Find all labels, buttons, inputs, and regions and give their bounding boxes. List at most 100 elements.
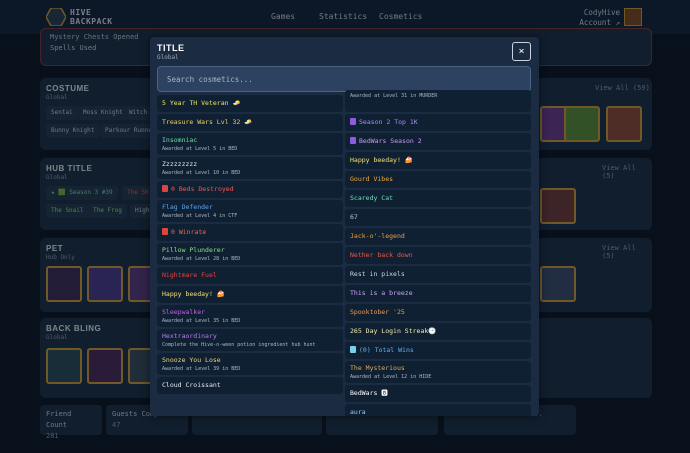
title-option-name: Hextraordinary (162, 331, 338, 341)
title-option-name: Sleepwalker (162, 307, 338, 317)
title-option-name: Gourd Vibes (350, 174, 526, 184)
title-option-text: 0 Winrate (171, 228, 207, 236)
title-option[interactable]: Awarded at Level 31 in MURDER (345, 90, 531, 112)
title-option-text: Nether back down (350, 251, 413, 259)
title-list-right: Awarded at Level 31 in MURDER Season 2 To… (345, 90, 531, 416)
title-option[interactable]: Spooktober '25 (345, 304, 531, 321)
title-option-text: Snooze You Lose (162, 356, 221, 364)
title-option[interactable]: 265 Day Login Streak🕒 (345, 323, 531, 340)
title-option[interactable]: Nether back down (345, 247, 531, 264)
title-option-name: (0) Total Wins (350, 345, 526, 355)
title-option-name: The Mysterious (350, 363, 526, 373)
title-badge-icon (162, 185, 168, 192)
title-option-text: Cloud Croissant (162, 381, 221, 389)
title-option-name: Scaredy Cat (350, 193, 526, 203)
title-option-name: Nether back down (350, 250, 526, 260)
title-option-description: Awarded at Level 5 in BED (162, 146, 238, 152)
title-option-description: Awarded at Level 4 in CTF (162, 213, 238, 219)
title-option-text: Scaredy Cat (350, 194, 394, 202)
title-option-name: 265 Day Login Streak🕒 (350, 326, 526, 336)
title-option[interactable]: 5 Year TH Veteran 🧈 (157, 95, 343, 112)
title-option-name: 67 (350, 212, 526, 222)
title-option-text: Insomniac (162, 136, 198, 144)
title-option-text: Nightmare Fuel (162, 271, 217, 279)
title-option-name: BedWars Season 2 (350, 136, 526, 146)
title-option[interactable]: This is a breeze (345, 285, 531, 302)
title-option-text: Pillow Plunderer (162, 246, 225, 254)
title-option-name: Nightmare Fuel (162, 270, 338, 280)
title-option-description: Awarded at Level 10 in BED (162, 170, 241, 176)
title-option-text: 67 (350, 213, 358, 221)
title-option[interactable]: (0) Total Wins (345, 342, 531, 359)
title-badge-icon (350, 118, 356, 125)
title-option[interactable]: Snooze You Lose Awarded at Level 39 in BE… (157, 353, 343, 375)
title-option-text: Sleepwalker (162, 308, 206, 316)
title-badge-icon (162, 228, 168, 235)
title-option-text: Happy beeday! 🍰 (350, 156, 413, 164)
title-option[interactable]: Flag Defender Awarded at Level 4 in CTF (157, 200, 343, 222)
title-option-description: Awarded at Level 12 in HIDE (350, 374, 432, 380)
title-option-text: Hextraordinary (162, 332, 217, 340)
title-option[interactable]: Season 2 Top 1K (345, 114, 531, 131)
title-picker-modal: TITLE Global × 5 Year TH Veteran 🧈 Treasu… (150, 37, 539, 416)
title-option[interactable]: Jack-o'-legend (345, 228, 531, 245)
title-option[interactable]: The Mysterious Awarded at Level 12 in HID… (345, 361, 531, 383)
title-option-description: Awarded at Level 39 in BED (162, 366, 241, 372)
title-option-text: Gourd Vibes (350, 175, 394, 183)
title-option-description: Complete the Hive-o-ween potion ingredie… (162, 342, 316, 348)
title-option-text: BedWars Season 2 (359, 137, 422, 145)
title-option[interactable]: BedWars Season 2 (345, 133, 531, 150)
title-option-text: 0 Beds Destroyed (171, 185, 234, 193)
close-icon: × (518, 46, 525, 57)
title-option-name: Pillow Plunderer (162, 245, 338, 255)
title-option[interactable]: Gourd Vibes (345, 171, 531, 188)
title-option-name: Happy beeday! 🍰 (350, 155, 526, 165)
title-option[interactable]: Happy beeday! 🍰 (345, 152, 531, 169)
title-option[interactable]: Pillow Plunderer Awarded at Level 28 in B… (157, 243, 343, 265)
title-option-text: Happy beeday! 🍰 (162, 290, 225, 298)
title-option[interactable]: Insomniac Awarded at Level 5 in BED (157, 133, 343, 155)
title-option-name: Happy beeday! 🍰 (162, 289, 338, 299)
title-option-name: Season 2 Top 1K (350, 117, 526, 127)
title-option[interactable]: Rest in pixels (345, 266, 531, 283)
search-input[interactable] (157, 66, 531, 92)
title-option[interactable]: Hextraordinary Complete the Hive-o-ween p… (157, 329, 343, 351)
title-option-name: Zzzzzzzzz (162, 159, 338, 169)
title-option-text: Rest in pixels (350, 270, 405, 278)
title-option-text: The Mysterious (350, 364, 405, 372)
title-option[interactable]: Zzzzzzzzz Awarded at Level 10 in BED (157, 157, 343, 179)
title-option[interactable]: 0 Winrate (157, 224, 343, 241)
title-option[interactable]: 67 (345, 209, 531, 226)
title-option[interactable]: 0 Beds Destroyed (157, 181, 343, 198)
title-option[interactable]: Nightmare Fuel (157, 267, 343, 284)
title-option-name: Spooktober '25 (350, 307, 526, 317)
title-option-description: Awarded at Level 28 in BED (162, 256, 241, 262)
title-option[interactable]: aura (345, 404, 531, 416)
title-option-name: Flag Defender (162, 202, 338, 212)
title-option-description: Awarded at Level 31 in MURDER (350, 93, 438, 99)
title-option-name: Treasure Wars Lvl 32 🧈 (162, 117, 338, 127)
title-option[interactable]: BedWars 🅱 (345, 385, 531, 402)
title-option[interactable]: Treasure Wars Lvl 32 🧈 (157, 114, 343, 131)
close-button[interactable]: × (512, 42, 531, 61)
title-option-name: 5 Year TH Veteran 🧈 (162, 98, 338, 108)
title-option-name: BedWars 🅱 (350, 388, 526, 398)
title-option-name: This is a breeze (350, 288, 526, 298)
title-option-description: Awarded at Level 35 in BED (162, 318, 241, 324)
title-option[interactable]: Happy beeday! 🍰 (157, 286, 343, 303)
title-option[interactable]: Scaredy Cat (345, 190, 531, 207)
title-option[interactable]: Cloud Croissant (157, 377, 343, 394)
title-option-name: Cloud Croissant (162, 380, 338, 390)
title-option-name: 0 Beds Destroyed (162, 184, 338, 194)
title-option-text: This is a breeze (350, 289, 413, 297)
title-option[interactable]: Sleepwalker Awarded at Level 35 in BED (157, 305, 343, 327)
title-option-text: 5 Year TH Veteran 🧈 (162, 99, 241, 107)
title-option-text: 265 Day Login Streak🕒 (350, 327, 437, 335)
title-option-name: aura (350, 407, 526, 416)
title-option-text: (0) Total Wins (359, 346, 414, 354)
title-badge-icon (350, 137, 356, 144)
title-option-text: Zzzzzzzzz (162, 160, 198, 168)
title-option-text: Spooktober '25 (350, 308, 405, 316)
title-option-name: Snooze You Lose (162, 355, 338, 365)
title-option-text: aura (350, 408, 366, 416)
